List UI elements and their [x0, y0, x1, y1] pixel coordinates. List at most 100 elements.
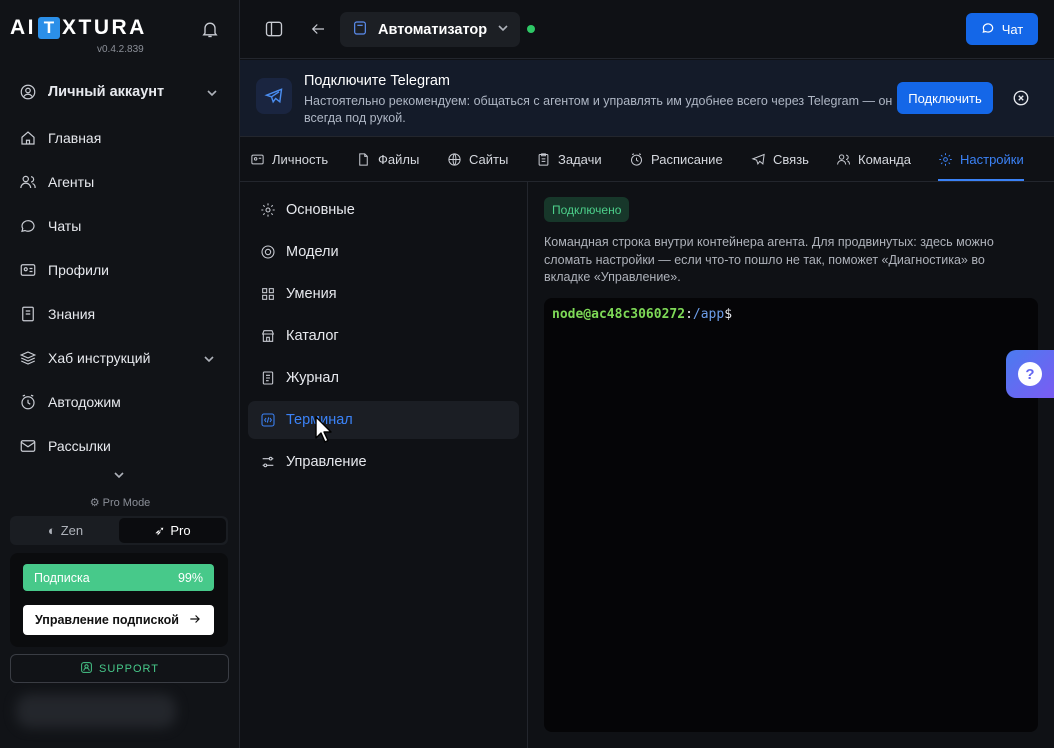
- tab-label: Связь: [773, 151, 809, 167]
- subscription-card: Подписка 99% Управление подпиской: [10, 553, 228, 647]
- close-icon[interactable]: [1012, 89, 1030, 107]
- chat-icon: [981, 21, 995, 38]
- mouse-cursor-icon: [314, 416, 334, 444]
- account-label: Личный аккаунт: [48, 84, 165, 100]
- sidebar-item-knowledge[interactable]: Знания: [18, 302, 95, 326]
- rocket-icon: ➶: [154, 522, 166, 538]
- sidebar: AI T XTURA v0.4.2.839 Личный аккаунт Гла…: [0, 0, 240, 748]
- agent-tabs: Личность Файлы Сайты Задачи Расписание С…: [240, 137, 1054, 182]
- users-icon: [18, 172, 38, 192]
- model-icon: [261, 245, 275, 259]
- tab-tasks[interactable]: Задачи: [536, 137, 602, 181]
- banner-text: Настоятельно рекомендуем: общаться с аге…: [304, 94, 893, 125]
- agent-selector[interactable]: Автоматизатор: [340, 12, 520, 47]
- logo-text-left: AI: [10, 16, 36, 39]
- globe-icon: [448, 152, 461, 166]
- clock-icon: [18, 392, 38, 412]
- tab-label: Настройки: [960, 151, 1024, 167]
- tab-team[interactable]: Команда: [836, 137, 911, 181]
- sidebar-item-label: Агенты: [48, 174, 95, 190]
- chat-button[interactable]: Чат: [966, 13, 1038, 45]
- tab-label: Сайты: [469, 151, 509, 167]
- sidebar-item-agents[interactable]: Агенты: [18, 170, 94, 194]
- settings-item-label: Модели: [286, 244, 339, 260]
- mode-option-pro[interactable]: ➶ Pro: [119, 518, 226, 543]
- sidebar-item-label: Профили: [48, 262, 109, 278]
- settings-item-label: Управление: [286, 454, 367, 470]
- book-icon: [18, 304, 38, 324]
- sidebar-item-home[interactable]: Главная: [18, 126, 101, 150]
- sidebar-item-label: Автодожим: [48, 394, 121, 410]
- logo[interactable]: AI T XTURA: [10, 16, 147, 40]
- agent-icon: [352, 20, 368, 40]
- logo-text-right: XTURA: [62, 16, 147, 39]
- account-menu[interactable]: Личный аккаунт: [18, 80, 164, 104]
- persona-icon: [251, 154, 264, 164]
- toggle-sidebar-icon[interactable]: [263, 18, 285, 40]
- status-badge: Подключено: [544, 197, 630, 222]
- settings-item-label: Умения: [286, 286, 337, 302]
- settings-item-catalog[interactable]: Каталог: [248, 317, 519, 355]
- bell-icon[interactable]: [200, 19, 222, 41]
- grid-icon: [262, 288, 274, 300]
- banner-title: Подключите Telegram: [304, 73, 451, 89]
- app: AI T XTURA v0.4.2.839 Личный аккаунт Гла…: [0, 0, 1054, 748]
- manage-subscription-button[interactable]: Управление подпиской: [23, 605, 214, 635]
- tab-label: Файлы: [378, 151, 420, 167]
- help-button[interactable]: ?: [1006, 350, 1054, 398]
- chat-button-label: Чат: [1001, 21, 1024, 37]
- chevron-down-icon[interactable]: [203, 352, 215, 364]
- files-icon: [359, 152, 368, 166]
- prompt-path: /app: [692, 307, 725, 322]
- sidebar-item-profiles[interactable]: Профили: [18, 258, 109, 282]
- back-arrow-icon[interactable]: [307, 18, 329, 40]
- tab-label: Команда: [858, 151, 911, 167]
- logo-box: T: [38, 17, 60, 39]
- connect-telegram-button[interactable]: Подключить: [897, 82, 993, 114]
- chevron-down-icon[interactable]: [206, 86, 218, 98]
- settings-item-management[interactable]: Управление: [248, 443, 519, 481]
- tab-files[interactable]: Файлы: [356, 137, 419, 181]
- sidebar-item-instructions-hub[interactable]: Хаб инструкций: [18, 346, 150, 370]
- settings-item-label: Журнал: [286, 370, 339, 386]
- mode-option-label: Zen: [60, 523, 84, 538]
- send-icon: [751, 153, 765, 165]
- tab-label: Личность: [272, 151, 329, 167]
- subscription-progress: Подписка 99%: [23, 564, 214, 591]
- sidebar-item-label: Хаб инструкций: [48, 350, 151, 366]
- settings-item-skills[interactable]: Умения: [248, 275, 519, 313]
- mode-option-zen[interactable]: ◐ Zen: [12, 518, 119, 543]
- tab-connection[interactable]: Связь: [751, 137, 809, 181]
- question-icon: ?: [1018, 362, 1042, 386]
- stack-icon: [18, 348, 38, 368]
- tasks-icon: [538, 152, 549, 166]
- top-bar: Автоматизатор Чат: [240, 0, 1054, 59]
- sidebar-item-autofollowup[interactable]: Автодожим: [18, 390, 121, 414]
- tab-persona[interactable]: Личность: [250, 137, 328, 181]
- tab-schedule[interactable]: Расписание: [629, 137, 723, 181]
- sidebar-item-chats[interactable]: Чаты: [18, 214, 81, 238]
- support-button[interactable]: SUPPORT: [10, 654, 229, 683]
- chat-icon: [18, 216, 38, 236]
- settings-item-log[interactable]: Журнал: [248, 359, 519, 397]
- gear-icon: [261, 203, 275, 217]
- tab-sites[interactable]: Сайты: [447, 137, 508, 181]
- subscription-percent: 99%: [177, 570, 203, 585]
- arrow-right-icon: [188, 612, 202, 629]
- tab-settings[interactable]: Настройки: [938, 137, 1024, 181]
- scroll-more-chevron-icon[interactable]: [113, 468, 125, 480]
- terminal-window[interactable]: node@ac48c3060272:/app$: [544, 298, 1038, 732]
- sidebar-item-mailings[interactable]: Рассылки: [18, 434, 111, 458]
- user-profile-blurred[interactable]: [16, 694, 176, 728]
- sidebar-item-label: Главная: [48, 130, 102, 146]
- support-icon: [80, 661, 93, 677]
- settings-item-general[interactable]: Основные: [248, 191, 519, 229]
- terminal-icon: [261, 413, 275, 427]
- settings-item-models[interactable]: Модели: [248, 233, 519, 271]
- mode-switch[interactable]: ◐ Zen ➶ Pro: [10, 516, 228, 545]
- telegram-banner: Подключите Telegram Настоятельно рекомен…: [240, 60, 1054, 137]
- settings-item-terminal[interactable]: Терминал: [248, 401, 519, 439]
- online-status-dot: [527, 25, 535, 33]
- pro-mode-label: ⚙ Pro Mode: [89, 497, 151, 509]
- terminal-description: Командная строка внутри контейнера агент…: [544, 235, 994, 284]
